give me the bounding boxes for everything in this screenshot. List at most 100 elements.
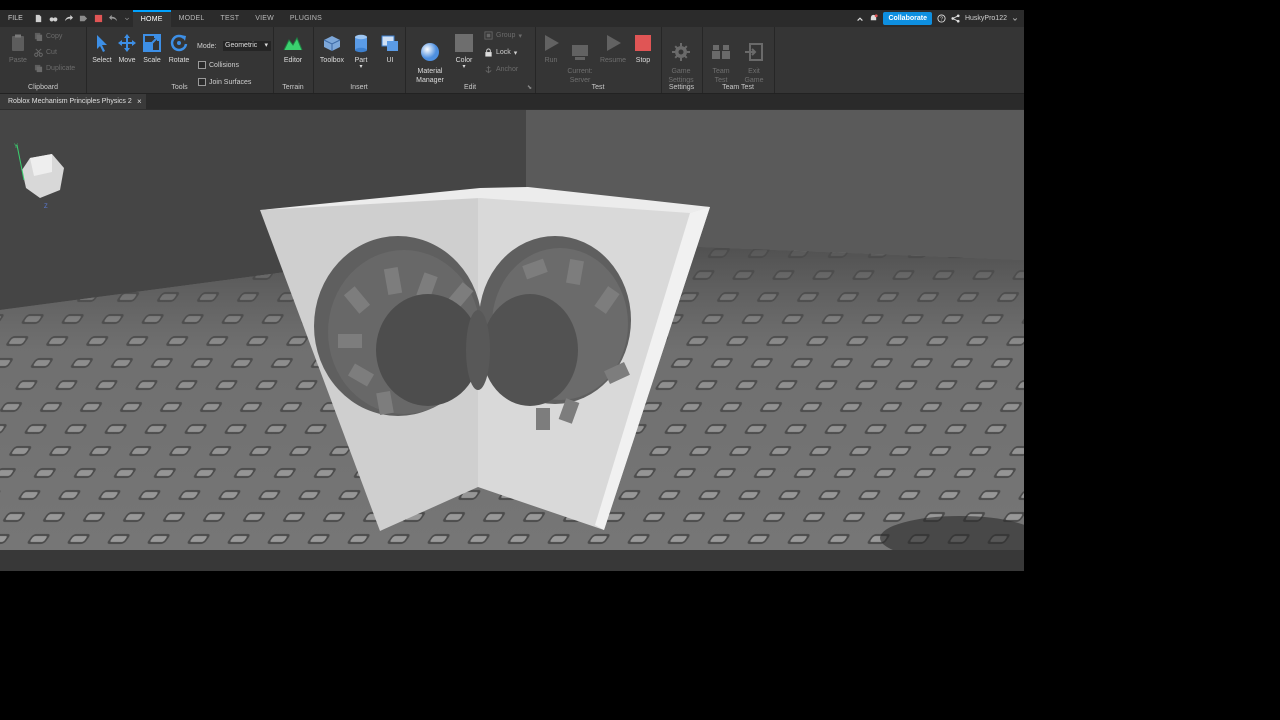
terrain-group-label: Terrain xyxy=(282,84,304,91)
game-settings-label: Game Settings xyxy=(668,68,694,84)
toolbox-label: Toolbox xyxy=(319,57,345,64)
test-group-label: Test xyxy=(591,84,605,91)
collisions-toggle[interactable]: Collisions xyxy=(198,61,239,69)
stop-button[interactable]: Stop xyxy=(629,33,657,64)
menu-bar: FILE HOME MODEL TEST VIEW PLUGINS Collab… xyxy=(0,10,1024,27)
ui-button[interactable]: UI xyxy=(376,33,404,64)
document-tab-bar: Roblox Mechanism Principles Physics 2 × xyxy=(0,94,1024,109)
stop-small-icon[interactable] xyxy=(94,14,103,23)
collisions-checkbox[interactable] xyxy=(198,61,206,69)
terrain-icon xyxy=(283,36,303,51)
3d-viewport[interactable]: Y Z xyxy=(0,110,1024,550)
mode-value: Geometric xyxy=(225,42,258,49)
part-cylinder-icon xyxy=(355,34,367,53)
color-chevron-down-icon[interactable]: ▾ xyxy=(450,64,478,70)
rotate-tool-button[interactable]: Rotate xyxy=(165,33,193,64)
scale-icon xyxy=(143,34,161,52)
toolbox-icon xyxy=(323,36,341,51)
test-group: Run Current: Server Resume Stop Test xyxy=(535,27,662,93)
ribbon-toolbar: Paste Copy Cut Duplicate Clipboard Selec… xyxy=(0,27,1024,94)
chevron-down-icon[interactable] xyxy=(124,14,130,23)
edit-group: Material Manager Color ▾ Group ▾ Lock ▾ An… xyxy=(405,27,536,93)
material-manager-label: Material Manager xyxy=(416,68,444,84)
run-button[interactable]: Run xyxy=(537,33,565,64)
mode-chevron-down-icon: ▾ xyxy=(264,42,268,49)
file-menu[interactable]: FILE xyxy=(0,10,31,27)
team-test-label: Team Test xyxy=(712,68,730,84)
server-icon xyxy=(572,45,588,60)
group-icon xyxy=(484,31,493,40)
cut-button[interactable]: Cut xyxy=(34,48,57,57)
resume-button[interactable]: Resume xyxy=(599,33,627,64)
copy-button[interactable]: Copy xyxy=(34,32,62,41)
tab-test[interactable]: TEST xyxy=(213,10,248,27)
scale-tool-button[interactable]: Scale xyxy=(138,33,166,64)
status-bar xyxy=(0,550,1024,571)
close-icon[interactable]: × xyxy=(137,94,142,109)
move-arrows-icon xyxy=(118,34,136,52)
settings-group-label: Settings xyxy=(668,84,695,91)
share-icon[interactable] xyxy=(951,14,960,23)
svg-text:?: ? xyxy=(940,17,943,23)
mode-select[interactable]: Geometric ▾ xyxy=(223,41,271,51)
editor-label: Editor xyxy=(283,57,303,64)
stop-label: Stop xyxy=(635,57,651,64)
current-server-label: Current: Server xyxy=(567,68,593,84)
redo-share-icon[interactable] xyxy=(64,14,73,23)
tab-view[interactable]: VIEW xyxy=(247,10,282,27)
clipboard-group-label: Clipboard xyxy=(28,84,58,91)
ui-icon xyxy=(381,35,398,51)
resume-label: Resume xyxy=(599,57,627,64)
collisions-label: Collisions xyxy=(209,61,239,69)
exit-game-button[interactable]: Exit Game xyxy=(740,33,768,85)
collaborate-button[interactable]: Collaborate xyxy=(883,12,932,25)
insert-group: Toolbox Part ▾ UI Insert xyxy=(313,27,406,93)
chevron-up-icon[interactable] xyxy=(856,15,864,23)
part-button[interactable]: Part ▾ xyxy=(347,33,375,70)
publish-icon[interactable] xyxy=(79,14,88,23)
group-button[interactable]: Group ▾ xyxy=(484,31,522,40)
anchor-label: Anchor xyxy=(496,66,519,73)
terrain-editor-button[interactable]: Editor xyxy=(279,33,307,64)
color-swatch-icon xyxy=(455,34,473,52)
lock-button[interactable]: Lock ▾ xyxy=(484,48,517,57)
anchor-icon xyxy=(485,65,492,74)
open-icon[interactable] xyxy=(49,14,58,23)
material-sphere-icon xyxy=(421,43,439,61)
edit-expand-icon[interactable]: ⬊ xyxy=(527,84,532,91)
cut-icon xyxy=(34,48,43,57)
game-settings-button[interactable]: Game Settings xyxy=(667,33,695,85)
notification-icon[interactable] xyxy=(869,14,879,23)
color-button[interactable]: Color ▾ xyxy=(450,33,478,70)
part-chevron-down-icon[interactable]: ▾ xyxy=(347,64,375,70)
tab-plugins[interactable]: PLUGINS xyxy=(282,10,330,27)
team-test-button[interactable]: Team Test xyxy=(707,33,735,85)
tab-home[interactable]: HOME xyxy=(132,10,171,27)
move-tool-button[interactable]: Move xyxy=(113,33,141,64)
duplicate-button[interactable]: Duplicate xyxy=(34,64,75,73)
undo-icon[interactable] xyxy=(108,14,118,23)
paste-button[interactable]: Paste xyxy=(4,33,32,64)
anchor-button[interactable]: Anchor xyxy=(484,65,518,74)
username[interactable]: HuskyPro122 xyxy=(965,15,1007,22)
tab-model[interactable]: MODEL xyxy=(171,10,213,27)
stop-icon xyxy=(635,35,651,51)
team-test-group: Team Test Exit Game Team Test xyxy=(702,27,775,93)
roblox-studio-window: FILE HOME MODEL TEST VIEW PLUGINS Collab… xyxy=(0,10,1024,571)
user-chevron-down-icon[interactable] xyxy=(1012,16,1018,22)
select-cursor-icon xyxy=(97,35,107,52)
new-file-icon[interactable] xyxy=(34,14,43,23)
document-tab[interactable]: Roblox Mechanism Principles Physics 2 × xyxy=(0,94,146,109)
copy-label: Copy xyxy=(46,33,63,40)
toolbox-button[interactable]: Toolbox xyxy=(318,33,346,64)
select-tool-button[interactable]: Select xyxy=(88,33,116,64)
current-server-button[interactable]: Current: Server xyxy=(566,33,594,85)
help-icon[interactable]: ? xyxy=(937,14,946,23)
scale-label: Scale xyxy=(143,57,161,64)
lock-chevron-icon: ▾ xyxy=(513,49,518,57)
color-label: Color xyxy=(455,57,473,64)
insert-group-label: Insert xyxy=(350,84,368,91)
material-manager-button[interactable]: Material Manager xyxy=(413,33,447,85)
copy-icon xyxy=(34,32,43,41)
terrain-group: Editor Terrain xyxy=(273,27,314,93)
